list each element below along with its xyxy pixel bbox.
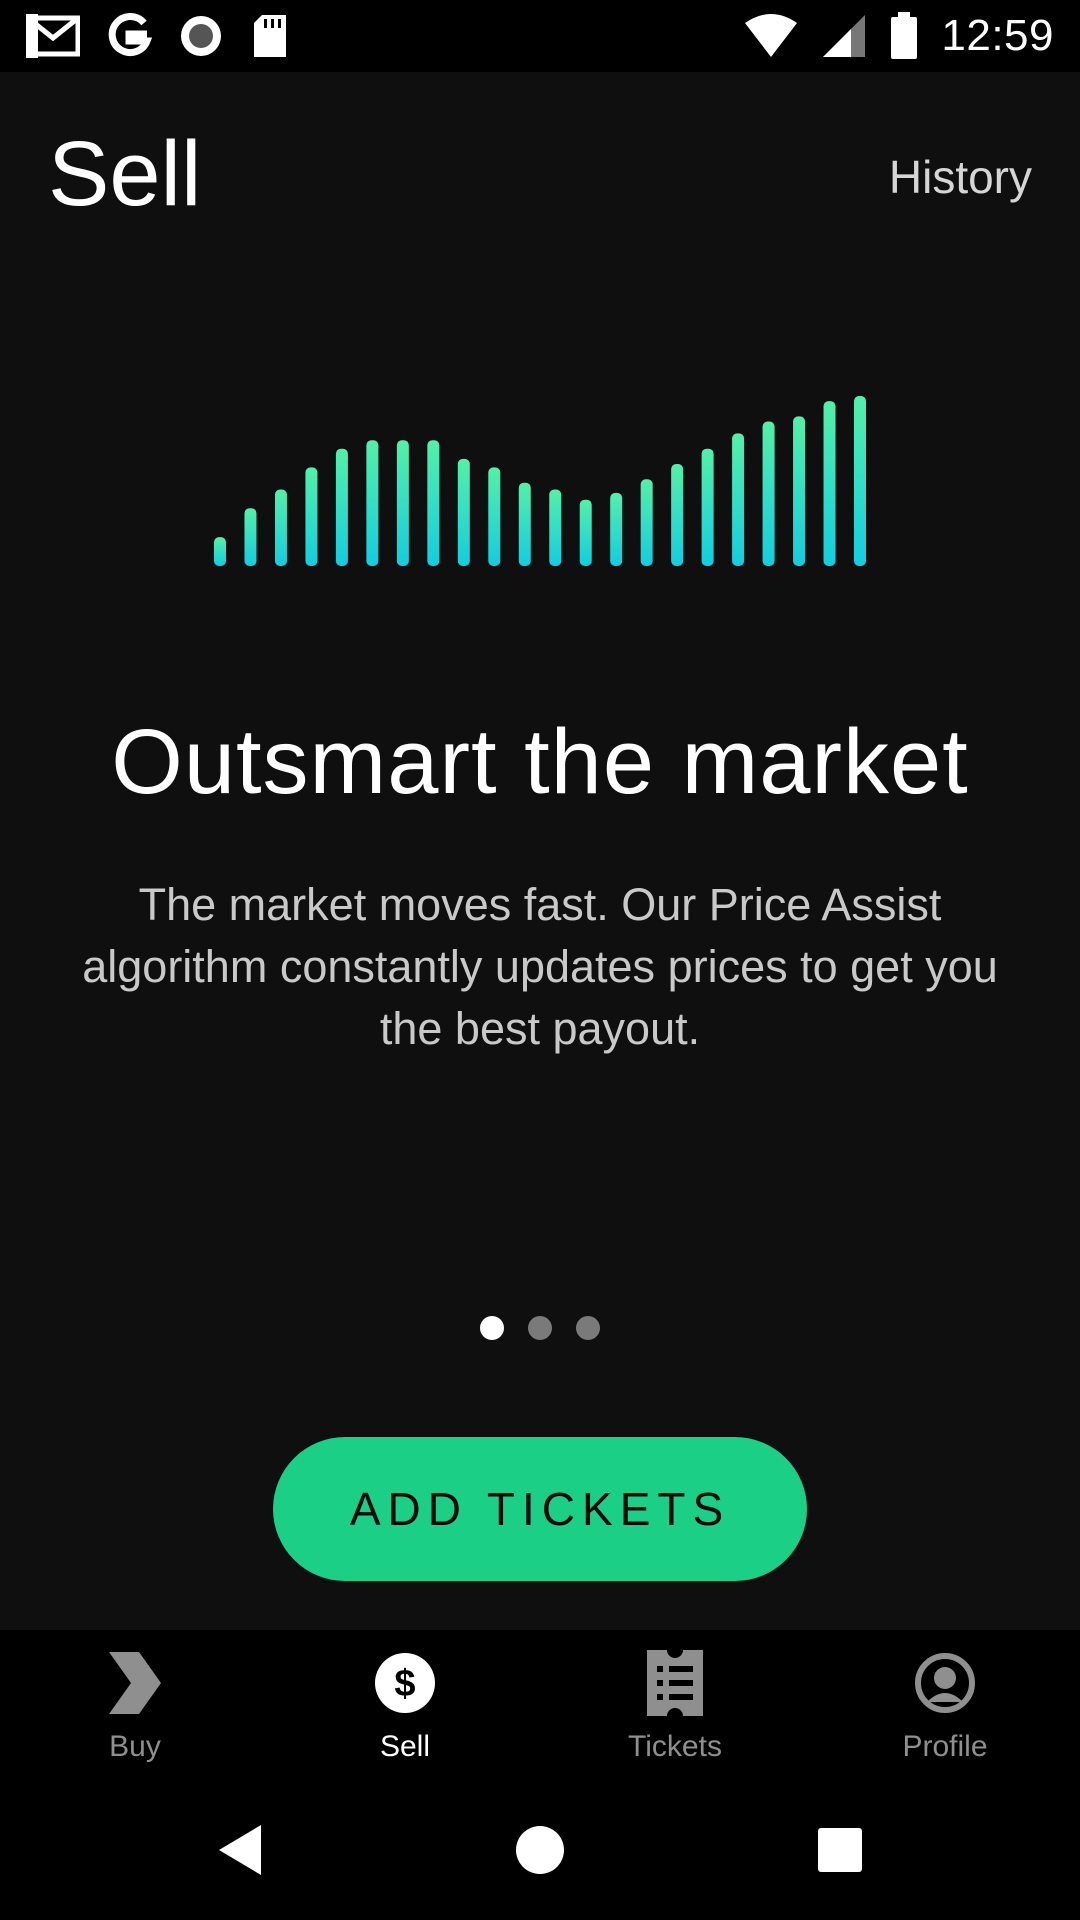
status-bar: 12:59 <box>0 0 1080 72</box>
headline: Outsmart the market <box>111 711 969 813</box>
hero-bar <box>518 482 531 566</box>
nav-label-tickets: Tickets <box>628 1730 722 1763</box>
nav-item-buy[interactable]: Buy <box>0 1630 270 1780</box>
nav-label-profile: Profile <box>902 1730 988 1763</box>
hero-bar <box>427 440 440 566</box>
hero-bar <box>579 499 592 566</box>
nav-item-profile[interactable]: Profile <box>810 1630 1080 1780</box>
page-dot[interactable] <box>528 1316 552 1340</box>
nav-item-tickets[interactable]: Tickets <box>540 1630 810 1780</box>
gmail-icon <box>26 14 80 58</box>
history-link[interactable]: History <box>889 150 1032 204</box>
nav-label-sell: Sell <box>379 1730 431 1763</box>
status-time: 12:59 <box>941 11 1054 60</box>
hero-bar <box>366 440 379 566</box>
home-icon[interactable] <box>470 1780 610 1920</box>
hero-bar <box>305 467 318 566</box>
bar-visualization-icon <box>214 396 866 566</box>
hero-bar <box>214 537 226 566</box>
hero-bar <box>671 464 684 566</box>
hero-bar <box>396 440 409 566</box>
page-title: Sell <box>48 123 202 225</box>
hero-bar <box>335 448 348 566</box>
nav-item-sell[interactable]: $ Sell <box>270 1630 540 1780</box>
hero-bar <box>823 401 836 566</box>
status-right-icons: 12:59 <box>743 10 1054 62</box>
recents-icon[interactable] <box>770 1780 910 1920</box>
page-dot[interactable] <box>480 1316 504 1340</box>
ticket-icon <box>640 1648 710 1718</box>
hero-bar <box>762 421 775 566</box>
hero-bar <box>793 416 806 566</box>
profile-icon <box>910 1648 980 1718</box>
page-indicator <box>0 1316 1080 1340</box>
cell-signal-icon <box>821 13 867 59</box>
hero-bar <box>732 433 745 566</box>
hero-bar <box>457 458 470 566</box>
hero-bar <box>488 467 501 566</box>
google-icon <box>106 13 152 59</box>
buy-chevron-icon <box>100 1648 170 1718</box>
hero-bar <box>610 492 623 566</box>
dollar-icon: $ <box>370 1648 440 1718</box>
hero-bar <box>274 489 287 566</box>
hero-bar <box>854 396 866 566</box>
battery-icon <box>889 12 919 60</box>
bottom-nav: Buy $ Sell Tickets Profile <box>0 1630 1080 1780</box>
page-dot[interactable] <box>576 1316 600 1340</box>
hero-bar <box>701 448 714 566</box>
hero-bar <box>244 508 257 566</box>
system-nav-bar <box>0 1780 1080 1920</box>
nav-label-buy: Buy <box>109 1730 161 1763</box>
sd-card-icon <box>250 13 290 59</box>
wifi-icon <box>743 13 799 59</box>
add-tickets-button[interactable]: ADD TICKETS <box>273 1437 807 1581</box>
record-icon <box>178 13 224 59</box>
description: The market moves fast. Our Price Assist … <box>82 879 998 1054</box>
svg-text:$: $ <box>394 1663 415 1705</box>
back-icon[interactable] <box>170 1780 310 1920</box>
status-left-icons <box>26 12 290 60</box>
hero-bar <box>549 489 562 566</box>
hero-bar <box>640 479 653 566</box>
